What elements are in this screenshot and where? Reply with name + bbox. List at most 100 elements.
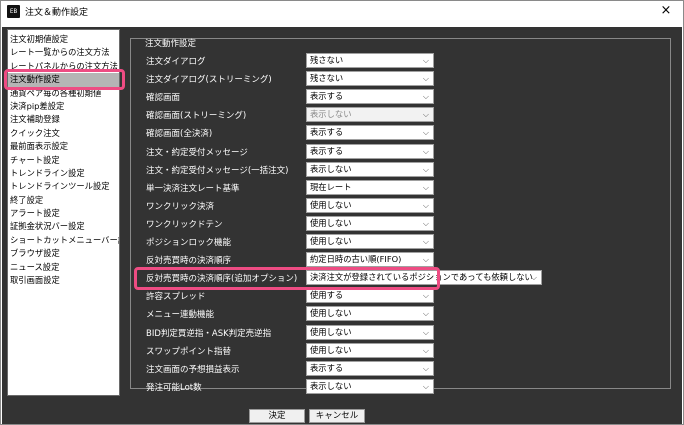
setting-label: 確認画面(全決済) <box>146 129 213 140</box>
sidebar-item[interactable]: トレンドライン設定 <box>8 167 119 180</box>
setting-row: メニュー連動機能 使用しない ⌵ <box>131 305 672 323</box>
sidebar-item[interactable]: 注文動作設定 <box>8 73 119 87</box>
cancel-button[interactable]: キャンセル <box>309 409 365 423</box>
dropdown-value: 表示する <box>310 145 344 156</box>
sidebar-item[interactable]: 決済pip差設定 <box>8 100 119 113</box>
setting-row: スワップポイント指替 使用しない ⌵ <box>131 342 672 360</box>
setting-label: スワップポイント指替 <box>146 346 232 357</box>
chevron-down-icon: ⌵ <box>422 92 429 102</box>
setting-dropdown: 表示しない ⌵ <box>306 107 434 123</box>
setting-row: 注文ダイアログ(ストリーミング) 残さない ⌵ <box>131 70 672 88</box>
settings-window: EB 注文＆動作設定 × 注文初期値設定 レート一覧からの注文方法 レートパネルから… <box>0 0 684 425</box>
setting-dropdown[interactable]: 表示する ⌵ <box>306 125 434 141</box>
setting-row: ポジションロック機能 使用しない ⌵ <box>131 233 672 251</box>
sidebar-item[interactable]: ショートカットメニューバー設定 <box>8 234 119 247</box>
setting-label: 反対売買時の決済順序(追加オプション) <box>146 274 298 285</box>
setting-dropdown[interactable]: 使用しない ⌵ <box>306 234 434 249</box>
setting-label: 注文ダイアログ <box>146 57 206 67</box>
setting-dropdown[interactable]: 使用する ⌵ <box>306 288 434 304</box>
setting-row: 反対売買時の決済順序 約定日時の古い順(FIFO) ⌵ <box>131 251 672 269</box>
chevron-down-icon: ⌵ <box>422 345 429 355</box>
setting-row: 発注可能Lot数 表示しない ⌵ <box>131 378 672 396</box>
chevron-down-icon: ⌵ <box>422 327 429 337</box>
setting-row: 確認画面 表示する ⌵ <box>131 88 672 106</box>
chevron-down-icon: ⌵ <box>422 255 429 265</box>
chevron-down-icon: ⌵ <box>422 363 429 373</box>
setting-label: 単一決済注文レート基準 <box>146 183 240 194</box>
setting-row: 確認画面(全決済) 表示する ⌵ <box>131 124 672 142</box>
setting-label: ワンクリック決済 <box>146 201 215 212</box>
dropdown-value: 使用しない <box>310 308 352 319</box>
sidebar-item[interactable]: 終了設定 <box>8 194 119 207</box>
setting-dropdown[interactable]: 約定日時の古い順(FIFO) ⌵ <box>306 252 434 268</box>
chevron-down-icon: ⌵ <box>422 381 429 391</box>
setting-label: ワンクリックドテン <box>146 219 223 230</box>
setting-dropdown[interactable]: 使用しない ⌵ <box>306 306 434 322</box>
sidebar-item[interactable]: 最前面表示設定 <box>8 140 119 153</box>
ok-button[interactable]: 決定 <box>249 409 305 423</box>
setting-row: 確認画面(ストリーミング) 表示しない ⌵ <box>131 106 672 124</box>
setting-row: 許容スプレッド 使用する ⌵ <box>131 287 672 305</box>
sidebar-item[interactable]: トレンドラインツール設定 <box>8 180 119 193</box>
setting-row: ワンクリック決済 使用しない ⌵ <box>131 197 672 215</box>
window-title: 注文＆動作設定 <box>25 7 89 18</box>
chevron-down-icon: ⌵ <box>422 218 429 228</box>
setting-label: ポジションロック機能 <box>146 238 232 248</box>
sidebar-item[interactable]: 取引画面設定 <box>8 274 119 287</box>
dropdown-value: 使用しない <box>310 217 352 228</box>
sidebar-item[interactable]: チャート設定 <box>8 154 119 167</box>
sidebar-item[interactable]: クイック注文 <box>8 127 119 140</box>
chevron-down-icon: ⌵ <box>422 128 429 138</box>
setting-dropdown[interactable]: 表示する ⌵ <box>306 89 434 105</box>
chevron-down-icon: ⌵ <box>422 182 429 192</box>
sidebar-item[interactable]: 通貨ペア毎の各種初期値 <box>8 87 119 100</box>
dropdown-value: 使用しない <box>310 236 352 246</box>
setting-dropdown[interactable]: 使用しない ⌵ <box>306 324 434 340</box>
sidebar-item[interactable]: 証拠金状況バー設定 <box>8 220 119 233</box>
setting-row: 反対売買時の決済順序(追加オプション) 決済注文が登録されているポジションであって… <box>131 269 672 287</box>
chevron-down-icon: ⌵ <box>422 56 429 65</box>
dropdown-value: 使用しない <box>310 326 352 337</box>
sidebar-item[interactable]: ブラウザ設定 <box>8 247 119 260</box>
sidebar-item[interactable]: 注文補助登録 <box>8 113 119 126</box>
dropdown-value: 約定日時の古い順(FIFO) <box>310 254 402 265</box>
dropdown-value: 使用しない <box>310 199 352 210</box>
sidebar-item[interactable]: ニュース設定 <box>8 261 119 274</box>
chevron-down-icon: ⌵ <box>422 74 429 84</box>
sidebar-item[interactable]: アラート設定 <box>8 207 119 220</box>
setting-label: 確認画面 <box>146 93 181 104</box>
setting-dropdown[interactable]: 使用しない ⌵ <box>306 197 434 213</box>
chevron-down-icon: ⌵ <box>422 291 429 301</box>
sidebar-item[interactable]: 注文初期値設定 <box>8 33 119 46</box>
setting-dropdown[interactable]: 使用しない ⌵ <box>306 215 434 231</box>
chevron-down-icon: ⌵ <box>422 237 429 246</box>
sidebar-item[interactable]: レート一覧からの注文方法 <box>8 46 119 59</box>
dropdown-value: 表示する <box>310 91 344 102</box>
title-bar: EB 注文＆動作設定 × <box>1 1 683 21</box>
setting-label: 注文・約定受付メッセージ(一括注文) <box>146 165 289 176</box>
setting-dropdown[interactable]: 残さない ⌵ <box>306 53 434 68</box>
setting-dropdown[interactable]: 表示しない ⌵ <box>306 161 434 177</box>
setting-label: 反対売買時の決済順序 <box>146 256 232 267</box>
setting-label: 許容スプレッド <box>146 292 206 303</box>
setting-dropdown[interactable]: 現在レート ⌵ <box>306 179 434 195</box>
chevron-down-icon: ⌵ <box>422 164 429 174</box>
dropdown-value: 表示する <box>310 362 344 373</box>
setting-label: 発注可能Lot数 <box>146 382 202 393</box>
setting-label: 注文ダイアログ(ストリーミング) <box>146 75 272 86</box>
dialog-body: 注文初期値設定 レート一覧からの注文方法 レートパネルからの注文方法 注文動作設定 通貨… <box>2 21 682 424</box>
sidebar-item[interactable]: レートパネルからの注文方法 <box>8 60 119 73</box>
settings-panel: 注文動作設定 注文ダイアログ 残さない ⌵ 注文ダイアログ(ストリーミング) 残さない ⌵… <box>125 29 680 401</box>
setting-dropdown[interactable]: 表示する ⌵ <box>306 360 434 376</box>
dropdown-value: 残さない <box>310 55 344 65</box>
setting-dropdown[interactable]: 残さない ⌵ <box>306 71 434 87</box>
dropdown-value: 残さない <box>310 73 344 84</box>
setting-dropdown[interactable]: 決済注文が登録されているポジションであっても依頼しない ⌵ <box>306 270 542 286</box>
setting-label: 注文・約定受付メッセージ <box>146 147 248 158</box>
settings-category-list[interactable]: 注文初期値設定 レート一覧からの注文方法 レートパネルからの注文方法 注文動作設定 通貨… <box>7 29 120 396</box>
setting-dropdown[interactable]: 使用しない ⌵ <box>306 342 434 358</box>
setting-row: ワンクリックドテン 使用しない ⌵ <box>131 215 672 233</box>
setting-dropdown[interactable]: 表示しない ⌵ <box>306 378 434 394</box>
close-icon[interactable]: × <box>659 4 673 18</box>
setting-dropdown[interactable]: 表示する ⌵ <box>306 143 434 159</box>
